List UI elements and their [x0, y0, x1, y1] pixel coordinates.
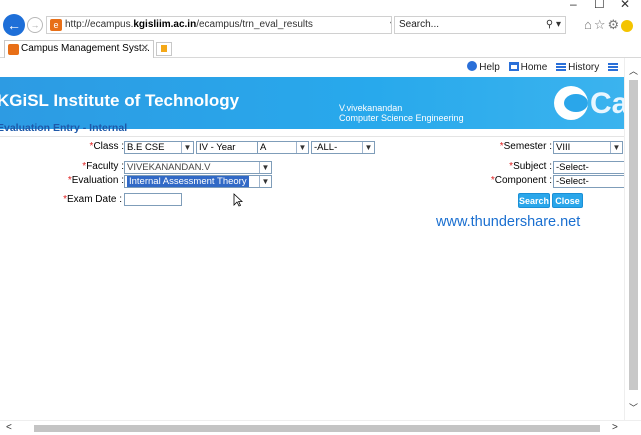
browser-toolbar-icons: ⌂☆⚙	[584, 17, 634, 33]
window-titlebar: – ☐ ✕	[0, 0, 641, 12]
exam-date-input[interactable]	[124, 193, 182, 206]
help-label: Help	[479, 62, 500, 73]
tab-favicon-icon	[8, 44, 19, 55]
evaluation-label: *Evaluation :	[67, 175, 124, 186]
url-bar[interactable]: e http://ecampus.kgisliim.ac.in/ecampus/…	[46, 16, 392, 34]
url-prefix: http://ecampus.	[65, 19, 134, 30]
minimize-button[interactable]: –	[570, 0, 577, 11]
user-info: V.vivekanandan Computer Science Engineer…	[339, 103, 464, 123]
tab-bar: Campus Management Syst... ✕	[0, 38, 641, 58]
chevron-down-icon: ▼	[610, 142, 622, 153]
chevron-down-icon: ▼	[296, 142, 308, 153]
settings-gear-icon[interactable]: ⚙	[608, 17, 622, 32]
horizontal-scrollbar[interactable]: < >	[0, 420, 641, 435]
semester-label: *Semester :	[499, 141, 552, 152]
history-label: History	[568, 62, 600, 73]
class-label: *Class :	[89, 141, 124, 152]
institute-name: KGiSL Institute of Technology	[0, 91, 240, 110]
forward-button[interactable]: →	[27, 17, 43, 33]
class-course-select[interactable]: B.E CSE ▼	[124, 141, 194, 154]
history-link[interactable]: History	[556, 62, 599, 73]
maximize-button[interactable]: ☐	[594, 0, 605, 11]
new-tab-button[interactable]	[156, 42, 172, 56]
browser-search-input[interactable]: Search... ⚲ ▾	[394, 16, 566, 34]
evaluation-select[interactable]: Internal Assessment Theory ▼	[124, 175, 272, 188]
component-label: *Component :	[490, 175, 552, 186]
utility-bar: Help Home History	[0, 58, 624, 77]
home-link[interactable]: Home	[508, 62, 548, 73]
class-batch-select[interactable]: -ALL- ▼	[311, 141, 375, 154]
chevron-down-icon: ▼	[181, 142, 193, 153]
url-path: /ecampus/trn_eval_results	[196, 19, 313, 30]
component-select[interactable]: -Select-	[553, 175, 624, 188]
back-arrow-icon: ←	[7, 17, 21, 33]
forward-arrow-icon: →	[30, 20, 40, 30]
refresh-icon[interactable]: ▾ C	[390, 17, 391, 33]
semester-select[interactable]: VIII ▼	[553, 141, 623, 154]
logo-c-icon	[554, 86, 588, 120]
vertical-scrollbar[interactable]: ︿ ﹀	[624, 58, 641, 420]
tab-title: Campus Management Syst...	[21, 43, 150, 54]
campus-logo: Ca	[554, 86, 624, 124]
tab-campus-management[interactable]: Campus Management Syst... ✕	[4, 40, 154, 58]
chevron-down-icon: ▼	[259, 176, 271, 187]
subject-label: *Subject :	[509, 161, 552, 172]
scroll-up-icon[interactable]: ︿	[629, 64, 638, 77]
user-name: V.vivekanandan	[339, 103, 403, 113]
search-button[interactable]: Search	[518, 193, 550, 208]
chevron-down-icon: ▼	[362, 142, 374, 153]
favorites-star-icon[interactable]: ☆	[594, 17, 608, 32]
logo-text: Ca	[590, 87, 624, 120]
home-icon[interactable]: ⌂	[584, 17, 594, 32]
scroll-down-icon[interactable]: ﹀	[629, 401, 638, 414]
form-title: Evaluation Entry - Internal	[0, 122, 128, 134]
address-toolbar: ← → e http://ecampus.kgisliim.ac.in/ecam…	[0, 12, 641, 38]
close-button[interactable]: Close	[552, 193, 583, 208]
history-icon	[556, 63, 567, 71]
close-window-button[interactable]: ✕	[620, 0, 630, 11]
chevron-down-icon: ▼	[259, 162, 271, 173]
evaluation-form: *Class : B.E CSE▼ IV - Year▼ A▼ -ALL-▼ *…	[0, 136, 624, 256]
watermark-text: www.thundershare.net	[436, 214, 581, 230]
help-icon	[467, 61, 478, 71]
home-icon	[508, 62, 519, 71]
more-icon[interactable]	[608, 62, 620, 73]
help-link[interactable]: Help	[467, 61, 500, 73]
scroll-left-icon[interactable]: <	[6, 422, 12, 433]
exam-date-label: *Exam Date :	[63, 194, 122, 205]
faculty-label: *Faculty :	[82, 161, 124, 172]
vertical-scroll-thumb[interactable]	[629, 80, 638, 390]
scroll-right-icon[interactable]: >	[612, 422, 618, 433]
back-button[interactable]: ←	[3, 14, 25, 36]
site-favicon-icon: e	[50, 19, 62, 31]
tab-close-icon[interactable]: ✕	[141, 41, 149, 57]
url-host: kgisliim.ac.in	[133, 19, 197, 30]
class-section-select[interactable]: A ▼	[257, 141, 309, 154]
home-label: Home	[520, 62, 548, 73]
user-department: Computer Science Engineering	[339, 113, 464, 123]
search-icon[interactable]: ⚲ ▾	[546, 17, 561, 33]
feedback-smiley-icon[interactable]	[621, 19, 634, 32]
faculty-select[interactable]: VIVEKANANDAN.V ▼	[124, 161, 272, 174]
mouse-cursor-icon	[233, 193, 243, 207]
search-placeholder: Search...	[399, 19, 440, 30]
subject-select[interactable]: -Select-	[553, 161, 624, 174]
horizontal-scroll-thumb[interactable]	[34, 425, 600, 432]
